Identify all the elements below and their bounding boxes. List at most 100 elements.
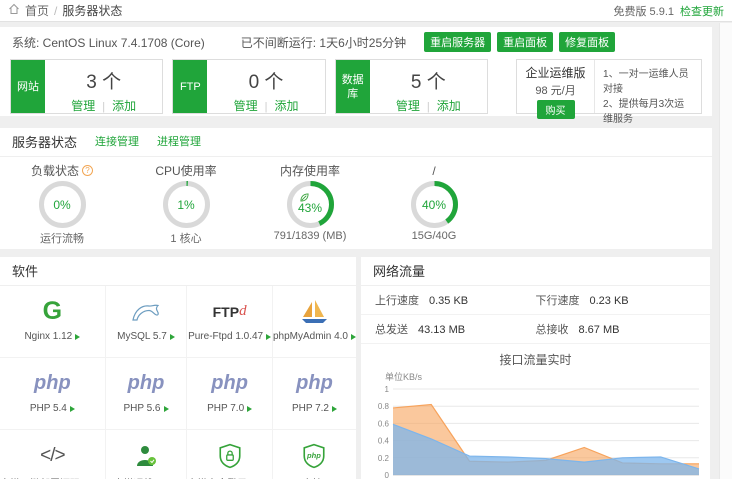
php-icon: php <box>106 367 187 400</box>
software-item-ops[interactable]: 宝塔运维 1.0 <box>106 430 188 479</box>
pureftpd-icon: FTPd <box>187 295 272 328</box>
check-update-link[interactable]: 检查更新 <box>680 3 724 19</box>
database-card-tag: 数据库 <box>336 60 370 113</box>
software-title: 软件 <box>12 257 38 286</box>
down-speed-label: 下行速度 <box>536 295 580 307</box>
restart-panel-button[interactable]: 重启面板 <box>497 32 553 52</box>
restart-server-button[interactable]: 重启服务器 <box>424 32 491 52</box>
up-speed-value: 0.35 KB <box>429 295 468 307</box>
software-item-phpmyadmin[interactable]: phpMyAdmin 4.0 <box>273 286 356 358</box>
traffic-chart: 00.20.40.60.8117:32:1117:32:1617:32:2017… <box>363 383 707 479</box>
disk-gauge: / 40% 15G/40G <box>372 163 496 246</box>
load-gauge: 负载状态 ? 0% 运行流畅 <box>0 163 124 246</box>
svg-text:1: 1 <box>385 385 390 394</box>
os-label: 系统: CentOS Linux 7.4.1708 (Core) <box>12 34 205 51</box>
disk-value: 40% <box>411 181 458 228</box>
cpu-gauge: CPU使用率 1% 1 核心 <box>124 163 248 246</box>
network-panel: 网络流量 上行速度0.35 KB 下行速度0.23 KB 总发送43.13 MB… <box>361 257 710 479</box>
memory-caption: 791/1839 (MB) <box>248 230 372 242</box>
server-status-title: 服务器状态 <box>12 128 77 157</box>
topbar: 首页 / 服务器状态 免费版 5.9.1 检查更新 <box>0 0 732 22</box>
software-item-php72[interactable]: php PHP 7.2 <box>273 358 356 430</box>
system-info-bar: 系统: CentOS Linux 7.4.1708 (Core) 已不间断运行:… <box>0 27 712 55</box>
ops-person-icon <box>106 439 187 472</box>
promo-feature: 2、提供每月3次运维服务 <box>603 95 693 125</box>
php-icon: php <box>0 367 105 400</box>
total-recv-value: 8.67 MB <box>579 324 620 336</box>
software-item-nginx[interactable]: G Nginx 1.12 <box>0 286 106 358</box>
cpu-value: 1% <box>163 181 210 228</box>
up-speed-label: 上行速度 <box>375 295 419 307</box>
gauges-row: 负载状态 ? 0% 运行流畅 CPU使用率 <box>0 157 712 246</box>
total-recv-label: 总接收 <box>536 324 569 336</box>
software-item-pureftpd[interactable]: FTPd Pure-Ftpd 1.0.47 <box>187 286 273 358</box>
chart-unit-label: 单位KB/s <box>385 370 710 383</box>
software-item-php70[interactable]: php PHP 7.0 <box>187 358 273 430</box>
breadcrumb-home-link[interactable]: 首页 <box>25 2 49 19</box>
help-icon[interactable]: ? <box>82 165 93 176</box>
software-item-phpguard[interactable]: php PHP守护 1.2 <box>273 430 356 479</box>
load-caption: 运行流畅 <box>0 230 124 246</box>
promo-title: 企业运维版 <box>517 64 594 81</box>
shield-lock-icon <box>187 439 272 472</box>
overview-panel: 系统: CentOS Linux 7.4.1708 (Core) 已不间断运行:… <box>0 27 712 116</box>
repair-panel-button[interactable]: 修复面板 <box>559 32 615 52</box>
ftp-add-link[interactable]: 添加 <box>274 99 298 113</box>
php-icon: php <box>187 367 272 400</box>
database-card: 数据库 5 个 管理|添加 <box>335 59 488 114</box>
mysql-dolphin-icon <box>106 295 187 328</box>
svg-text:0.6: 0.6 <box>378 419 390 428</box>
chart-title: 接口流量实时 <box>361 351 710 368</box>
process-manage-link[interactable]: 进程管理 <box>157 128 201 157</box>
topbar-right: 免费版 5.9.1 检查更新 <box>613 3 724 19</box>
website-manage-link[interactable]: 管理 <box>71 99 95 113</box>
server-status-panel: 服务器状态 连接管理 进程管理 负载状态 ? 0% 运行流畅 <box>0 128 712 249</box>
speed-row: 上行速度0.35 KB 下行速度0.23 KB <box>361 286 710 315</box>
promo-price: 98 元/月 <box>517 82 594 98</box>
enterprise-promo-card: 企业运维版 98 元/月 购买 1、一对一运维人员对接 2、提供每月3次运维服务… <box>516 59 702 114</box>
promo-features: 1、一对一运维人员对接 2、提供每月3次运维服务 3、双重安全隔离登录 <box>595 60 701 113</box>
software-item-mysql[interactable]: MySQL 5.7 <box>106 286 188 358</box>
software-item-securelogin[interactable]: 宝塔安全登录 1.3 <box>187 430 273 479</box>
running-indicator-icon <box>351 334 356 340</box>
svg-text:0: 0 <box>385 471 390 479</box>
ftp-card-tag: FTP <box>173 60 207 113</box>
svg-text:0.2: 0.2 <box>378 454 390 463</box>
total-sent-value: 43.13 MB <box>418 324 465 336</box>
nginx-icon: G <box>0 295 105 328</box>
website-count: 3 个 <box>45 67 162 94</box>
running-indicator-icon <box>70 406 75 412</box>
vertical-scrollbar[interactable] <box>719 23 732 479</box>
software-item-php54[interactable]: php PHP 5.4 <box>0 358 106 430</box>
load-value: 0% <box>39 181 86 228</box>
home-icon[interactable] <box>8 3 20 18</box>
software-panel: 软件 G Nginx 1.12 MySQL 5.7 FTPd Pure-Ftpd… <box>0 257 356 479</box>
software-item-php56[interactable]: php PHP 5.6 <box>106 358 188 430</box>
memory-value: 43% <box>287 181 334 228</box>
connection-manage-link[interactable]: 连接管理 <box>95 128 139 157</box>
total-row: 总发送 43.13 MB 总接收 8.67 MB <box>361 315 710 344</box>
website-card: 网站 3 个 管理|添加 <box>10 59 163 114</box>
software-item-deploy[interactable]: </> 宝塔一键部署源码 1.1 <box>0 430 106 479</box>
total-sent-label: 总发送 <box>375 324 408 336</box>
breadcrumb-separator: / <box>54 4 57 18</box>
database-add-link[interactable]: 添加 <box>437 99 461 113</box>
svg-text:php: php <box>307 451 322 460</box>
buy-button[interactable]: 购买 <box>537 100 575 119</box>
phpmyadmin-sailboat-icon <box>273 295 356 328</box>
website-card-tag: 网站 <box>11 60 45 113</box>
ftp-count: 0 个 <box>207 67 324 94</box>
database-manage-link[interactable]: 管理 <box>396 99 420 113</box>
bt-panel-dashboard: 首页 / 服务器状态 免费版 5.9.1 检查更新 系统: CentOS Lin… <box>0 0 732 479</box>
svg-text:0.4: 0.4 <box>378 437 390 446</box>
memory-gauge: 内存使用率 43% 791/1839 (MB) <box>248 163 372 246</box>
ftp-manage-link[interactable]: 管理 <box>234 99 258 113</box>
breadcrumb: 首页 / 服务器状态 <box>8 2 122 19</box>
software-grid: G Nginx 1.12 MySQL 5.7 FTPd Pure-Ftpd 1.… <box>0 286 356 479</box>
website-add-link[interactable]: 添加 <box>112 99 136 113</box>
disk-caption: 15G/40G <box>372 230 496 242</box>
svg-text:0.8: 0.8 <box>378 402 390 411</box>
running-indicator-icon <box>247 406 252 412</box>
running-indicator-icon <box>164 406 169 412</box>
running-indicator-icon <box>75 334 80 340</box>
